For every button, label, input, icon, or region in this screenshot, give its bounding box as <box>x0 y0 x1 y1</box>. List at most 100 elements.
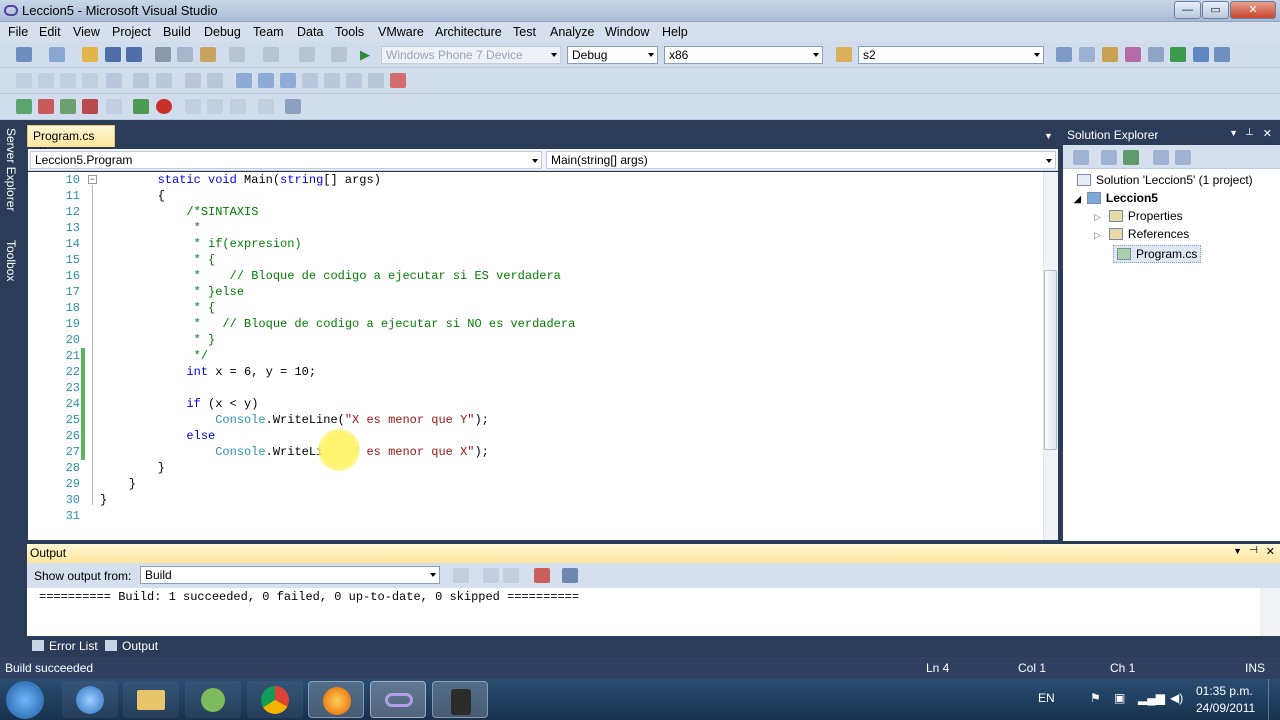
display-object-member-list-icon[interactable] <box>16 73 32 88</box>
tree-project[interactable]: ◢ Leccion5 <box>1074 191 1158 205</box>
step-into-icon[interactable] <box>133 99 149 114</box>
tree-solution[interactable]: Solution 'Leccion5' (1 project) <box>1077 173 1253 187</box>
display-quick-info-icon[interactable] <box>60 73 76 88</box>
auto-hide-pin-icon[interactable]: ⊣ <box>1249 545 1258 556</box>
add-item-icon[interactable] <box>49 47 65 62</box>
code-line[interactable]: * { <box>100 301 216 315</box>
show-next-statement-icon[interactable] <box>106 99 122 114</box>
window-position-icon[interactable]: ▼ <box>1233 546 1242 556</box>
collapse-region-icon[interactable]: − <box>88 175 97 184</box>
next-bookmark-icon[interactable] <box>280 73 296 88</box>
previous-bookmark-icon[interactable] <box>258 73 274 88</box>
clock-date[interactable]: 24/09/2011 <box>1196 701 1255 715</box>
code-line[interactable]: Console.WriteLine("X es menor que Y"); <box>100 413 489 427</box>
show-threads-icon[interactable] <box>258 99 274 114</box>
extension-manager-icon[interactable] <box>1170 47 1186 62</box>
code-line[interactable]: } <box>100 461 165 475</box>
explorer-taskbar-icon[interactable] <box>123 681 179 718</box>
object-browser-icon[interactable] <box>1102 47 1118 62</box>
code-line[interactable]: * }else <box>100 285 244 299</box>
device-combo[interactable]: Windows Phone 7 Device <box>381 46 561 64</box>
menu-view[interactable]: View <box>73 25 100 39</box>
volume-icon[interactable]: ◀) <box>1170 691 1183 705</box>
cut-icon[interactable] <box>155 47 171 62</box>
recorder-taskbar-icon[interactable] <box>432 681 488 718</box>
view-code-icon[interactable] <box>1153 150 1169 165</box>
code-line[interactable]: int x = 6, y = 10; <box>100 365 316 379</box>
display-word-completion-icon[interactable] <box>82 73 98 88</box>
toolbar-options-icon[interactable] <box>1214 47 1230 62</box>
code-line[interactable]: } <box>100 493 107 507</box>
redo-icon[interactable] <box>263 47 279 62</box>
new-project-icon[interactable] <box>16 47 32 62</box>
hexadecimal-display-icon[interactable] <box>230 99 246 114</box>
next-bookmark-in-document-icon[interactable] <box>368 73 384 88</box>
view-class-diagram-icon[interactable] <box>1175 150 1191 165</box>
comment-lines-icon[interactable] <box>156 73 172 88</box>
decrease-indent-icon[interactable] <box>106 73 122 88</box>
tab-program-cs[interactable]: Program.cs ✕ <box>27 125 115 157</box>
stop-debugging-icon[interactable] <box>82 99 98 114</box>
menu-file[interactable]: File <box>8 25 28 39</box>
properties-window-icon[interactable] <box>1079 47 1095 62</box>
tree-item-properties[interactable]: ▷ Properties <box>1094 209 1183 223</box>
network-taskbar-icon[interactable] <box>185 681 241 718</box>
code-line[interactable]: * { <box>100 253 216 267</box>
tab-error-list[interactable]: Error List <box>32 639 98 653</box>
menu-tools[interactable]: Tools <box>335 25 364 39</box>
display-parameter-info-icon[interactable] <box>38 73 54 88</box>
scrollbar-thumb[interactable] <box>1044 270 1057 450</box>
code-line[interactable]: } <box>100 477 136 491</box>
toggle-word-wrap-icon[interactable] <box>562 568 578 583</box>
code-line[interactable]: * } <box>100 333 216 347</box>
open-file-icon[interactable] <box>82 47 98 62</box>
tab-output[interactable]: Output <box>105 639 158 653</box>
code-line[interactable]: */ <box>100 349 208 363</box>
menu-team[interactable]: Team <box>253 25 284 39</box>
toolbox-tab[interactable]: Toolbox <box>2 240 18 281</box>
device-icon[interactable]: ▣ <box>1114 691 1125 705</box>
expanded-arrow-icon[interactable]: ◢ <box>1074 194 1081 204</box>
menu-help[interactable]: Help <box>662 25 688 39</box>
increase-indent-icon[interactable] <box>133 73 149 88</box>
clock-time[interactable]: 01:35 p.m. <box>1196 684 1253 698</box>
paste-icon[interactable] <box>200 47 216 62</box>
copy-icon[interactable] <box>177 47 193 62</box>
go-to-previous-message-icon[interactable] <box>483 568 499 583</box>
show-desktop-button[interactable] <box>1268 679 1280 720</box>
restart-icon[interactable] <box>60 99 76 114</box>
menu-vmware[interactable]: VMware <box>378 25 424 39</box>
code-line[interactable]: if (x < y) <box>100 397 258 411</box>
code-line[interactable]: static void Main(string[] args) <box>100 173 381 187</box>
save-all-icon[interactable] <box>126 47 142 62</box>
code-line[interactable]: Console.WriteLine("Y es menor que X"); <box>100 445 489 459</box>
menu-edit[interactable]: Edit <box>39 25 61 39</box>
undo-icon[interactable] <box>229 47 245 62</box>
find-in-files-icon[interactable] <box>836 47 852 62</box>
collapsed-arrow-icon[interactable]: ▷ <box>1094 212 1101 222</box>
find-combo[interactable]: s2 <box>858 46 1044 64</box>
window-position-icon[interactable]: ▼ <box>1229 128 1238 138</box>
step-over-icon[interactable] <box>185 99 201 114</box>
save-icon[interactable] <box>105 47 121 62</box>
chrome-taskbar-icon[interactable] <box>247 681 303 718</box>
menu-debug[interactable]: Debug <box>204 25 241 39</box>
class-combo[interactable]: Leccion5.Program <box>30 151 542 169</box>
code-line[interactable]: else <box>100 429 215 443</box>
menu-analyze[interactable]: Analyze <box>550 25 594 39</box>
continue-icon[interactable] <box>16 99 32 114</box>
output-vertical-scrollbar[interactable] <box>1260 588 1280 636</box>
platform-combo[interactable]: x86 <box>664 46 823 64</box>
network-signal-icon[interactable]: ▂▄▆ <box>1138 691 1165 705</box>
collapsed-arrow-icon[interactable]: ▷ <box>1094 230 1101 240</box>
action-center-flag-icon[interactable]: ⚑ <box>1090 691 1101 705</box>
previous-bookmark-in-document-icon[interactable] <box>346 73 362 88</box>
navigate-forward-icon[interactable] <box>331 47 347 62</box>
toggle-bookmark-icon[interactable] <box>236 73 252 88</box>
maximize-button[interactable]: ▭ <box>1202 1 1229 19</box>
language-indicator[interactable]: EN <box>1038 691 1055 705</box>
menu-build[interactable]: Build <box>163 25 191 39</box>
toolbox-icon[interactable] <box>1125 47 1141 62</box>
uncomment-lines-icon[interactable] <box>185 73 201 88</box>
menu-project[interactable]: Project <box>112 25 151 39</box>
